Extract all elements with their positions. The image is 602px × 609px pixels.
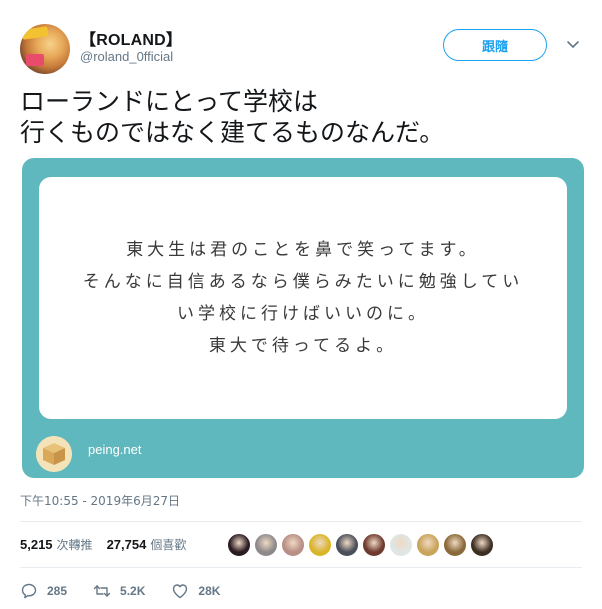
liker-avatar[interactable] bbox=[416, 533, 440, 557]
likes-label[interactable]: 個喜歡 bbox=[150, 536, 186, 553]
liker-avatar[interactable] bbox=[443, 533, 467, 557]
retweet-icon bbox=[93, 585, 111, 597]
profile-avatar[interactable] bbox=[20, 24, 70, 74]
tweet-timestamp[interactable]: 下午10:55 - 2019年6月27日 bbox=[20, 492, 180, 509]
chevron-down-icon[interactable] bbox=[566, 38, 580, 52]
heart-icon bbox=[173, 584, 188, 599]
liker-avatar[interactable] bbox=[362, 533, 386, 557]
divider-bottom bbox=[20, 567, 582, 568]
box-icon bbox=[36, 436, 72, 472]
like-count: 28K bbox=[198, 584, 221, 598]
reply-icon bbox=[21, 583, 37, 599]
user-handle[interactable]: @roland_0fficial bbox=[80, 49, 173, 64]
liker-avatars bbox=[227, 533, 494, 557]
liker-avatar[interactable] bbox=[335, 533, 359, 557]
link-card[interactable]: 東大生は君のことを鼻で笑ってます。 そんなに自信あるなら僕らみたいに勉強してい … bbox=[22, 158, 584, 478]
likes-count[interactable]: 27,754 bbox=[107, 537, 147, 552]
retweets-label[interactable]: 次轉推 bbox=[57, 536, 93, 553]
liker-avatar[interactable] bbox=[470, 533, 494, 557]
tweet-stats: 5,215 次轉推 27,754 個喜歡 bbox=[20, 536, 200, 553]
like-button[interactable]: 28K bbox=[171, 582, 220, 600]
tweet-text: ローランドにとって学校は 行くものではなく建てるものなんだ。 bbox=[20, 87, 445, 147]
liker-avatar[interactable] bbox=[308, 533, 332, 557]
liker-avatar[interactable] bbox=[281, 533, 305, 557]
follow-button[interactable]: 跟隨 bbox=[443, 29, 547, 61]
retweet-count: 5.2K bbox=[120, 584, 146, 598]
liker-avatar[interactable] bbox=[389, 533, 413, 557]
reply-button[interactable]: 285 bbox=[20, 582, 67, 600]
liker-avatar[interactable] bbox=[227, 533, 251, 557]
tweet-actions: 285 5.2K 28K bbox=[20, 582, 246, 600]
liker-avatar[interactable] bbox=[254, 533, 278, 557]
card-image: 東大生は君のことを鼻で笑ってます。 そんなに自信あるなら僕らみたいに勉強してい … bbox=[39, 177, 567, 419]
question-text: 東大生は君のことを鼻で笑ってます。 そんなに自信あるなら僕らみたいに勉強してい … bbox=[82, 240, 524, 356]
divider-top bbox=[20, 521, 582, 522]
retweet-button[interactable]: 5.2K bbox=[93, 582, 145, 600]
card-domain: peing.net bbox=[88, 442, 142, 457]
display-name[interactable]: 【ROLAND】 bbox=[80, 26, 182, 50]
reply-count: 285 bbox=[47, 584, 68, 598]
retweets-count[interactable]: 5,215 bbox=[20, 537, 53, 552]
